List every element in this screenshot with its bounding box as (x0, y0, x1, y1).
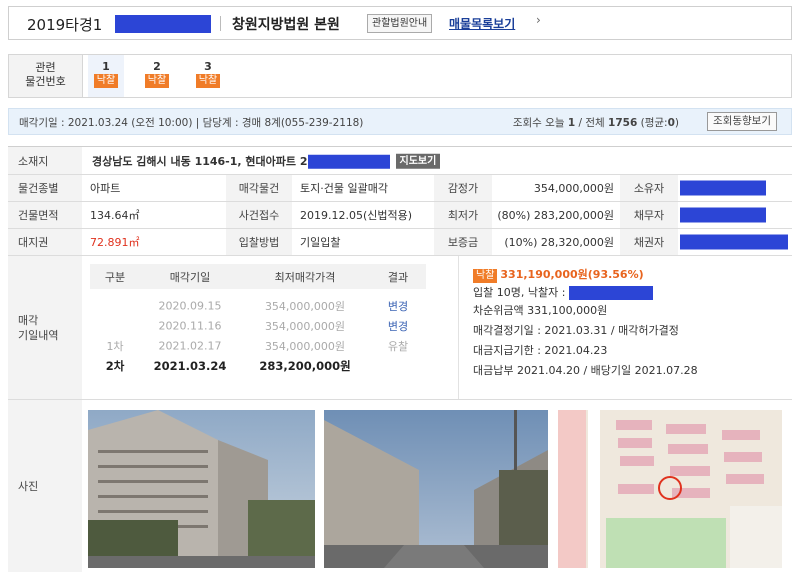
decision-date: 매각결정기일 : 2021.03.31 / 매각허가결정 (473, 324, 679, 337)
photo-image (324, 410, 548, 568)
creditor-label: 채권자 (633, 236, 665, 249)
property-photo-1[interactable] (88, 410, 315, 568)
photo-image (88, 410, 315, 568)
history-row: 1차 2021.02.17 354,000,000원 유찰 (106, 339, 409, 354)
property-table: 소재지 경상남도 김해시 내동 1146-1, 현대아파트 2 지도보기 물건종별… (8, 146, 792, 572)
status-badge: 낙찰 (195, 74, 221, 88)
history-header: 구분 매각기일 최저매각가격 결과 (90, 264, 426, 289)
appraisal-value: 354,000,000원 (533, 182, 614, 195)
sale-info-bar: 매각기일 : 2021.03.24 (오전 10:00) | 담당계 : 경매 … (8, 108, 792, 135)
table-row: 물건종별 아파트 매각물건 토지·건물 일괄매각 감정가 354,000,000… (8, 175, 792, 202)
redaction-box (115, 15, 211, 33)
deposit-value: (10%) 28,320,000원 (504, 236, 614, 249)
sold-amount: 낙찰 331,190,000원(93.56%) (473, 266, 698, 284)
history-row-current: 2차 2021.03.24 283,200,000원 (105, 359, 351, 373)
status-badge: 낙찰 (144, 74, 170, 88)
table-row: 소재지 경상남도 김해시 내동 1146-1, 현대아파트 2 지도보기 (8, 147, 792, 175)
photo-label: 사진 (18, 480, 39, 493)
map-button[interactable]: 지도보기 (395, 153, 441, 169)
debtor-label: 채무자 (633, 209, 665, 222)
owner-label: 소유자 (633, 182, 665, 195)
court-info-button[interactable]: 관할법원안내 (367, 14, 433, 33)
receipt-value: 2019.12.05(신법적용) (300, 209, 413, 222)
table-row: 매각 기일내역 구분 매각기일 최저매각가격 결과 2020.09.15 354… (8, 256, 792, 400)
property-photo-2[interactable] (324, 410, 548, 568)
receipt-label: 사건접수 (238, 209, 280, 222)
redaction-box (307, 154, 390, 169)
chevron-right-icon: › (536, 13, 541, 27)
case-number: 2019타경1 (27, 16, 103, 34)
history-row: 2020.09.15 354,000,000원 변경 (158, 299, 409, 314)
location-map[interactable] (558, 410, 782, 568)
table-row: 사진 (8, 400, 792, 572)
area-value: 134.64㎡ (90, 209, 140, 222)
redaction-box (680, 180, 766, 196)
divider (458, 256, 459, 399)
table-row: 건물면적 134.64㎡ 사건접수 2019.12.05(신법적용) 최저가 (… (8, 202, 792, 229)
min-price-value: (80%) 283,200,000원 (497, 209, 614, 222)
bid-method-value: 기일입찰 (300, 236, 341, 249)
redaction-box (568, 286, 653, 300)
payment-due: 대금지급기한 : 2021.04.23 (473, 344, 608, 357)
payment-dividend: 대금납부 2021.04.20 / 배당기일 2021.07.28 (473, 364, 698, 377)
related-label: 관련 물건번호 (9, 55, 83, 97)
redaction-box (680, 207, 766, 223)
location-value: 경상남도 김해시 내동 1146-1, 현대아파트 2 (92, 154, 308, 168)
map-image (558, 410, 782, 568)
status-badge: 낙찰 (473, 269, 498, 283)
case-header: 2019타경1 창원지방법원 본원 관할법원안내 매물목록보기 › (8, 6, 792, 40)
view-trend-button[interactable]: 조회동향보기 (707, 112, 777, 131)
status-badge: 낙찰 (93, 74, 119, 88)
table-row: 대지권 72.891㎡ 입찰방법 기일입찰 보증금 (10%) 28,320,0… (8, 229, 792, 256)
related-item-1[interactable]: 1 낙찰 (88, 55, 124, 97)
type-value: 아파트 (90, 182, 121, 195)
min-price-label: 최저가 (447, 209, 479, 222)
bid-method-label: 입찰방법 (238, 236, 280, 249)
area-label: 건물면적 (18, 209, 59, 222)
history-row: 2020.11.16 354,000,000원 변경 (158, 319, 409, 334)
divider (220, 16, 221, 31)
listing-link[interactable]: 매물목록보기 (449, 15, 515, 32)
sale-object-label: 매각물건 (238, 182, 280, 195)
second-bid: 차순위금액 331,100,000원 (473, 304, 608, 317)
appraisal-label: 감정가 (447, 182, 479, 195)
court-name: 창원지방법원 본원 (232, 17, 340, 33)
deposit-label: 보증금 (447, 236, 479, 249)
history-label: 매각 기일내역 (18, 313, 59, 342)
land-label: 대지권 (18, 236, 49, 249)
sale-object-value: 토지·건물 일괄매각 (300, 182, 388, 195)
auction-history-table: 구분 매각기일 최저매각가격 결과 2020.09.15 354,000,000… (90, 264, 426, 376)
sale-date-info: 매각기일 : 2021.03.24 (오전 10:00) | 담당계 : 경매 … (19, 117, 364, 129)
location-label: 소재지 (18, 154, 49, 168)
sale-result: 낙찰 331,190,000원(93.56%) 입찰 10명, 낙찰자 : 차순위… (473, 266, 698, 380)
redaction-box (680, 234, 788, 250)
related-items: 관련 물건번호 1 낙찰 2 낙찰 3 낙찰 (8, 54, 792, 98)
related-item-2[interactable]: 2 낙찰 (139, 55, 175, 97)
land-value: 72.891㎡ (90, 236, 140, 249)
view-count: 조회수 오늘 1 / 전체 1756 (평균:0) (512, 117, 679, 129)
bidders-info: 입찰 10명, 낙찰자 : (473, 286, 566, 299)
type-label: 물건종별 (18, 182, 59, 195)
related-item-3[interactable]: 3 낙찰 (190, 55, 226, 97)
